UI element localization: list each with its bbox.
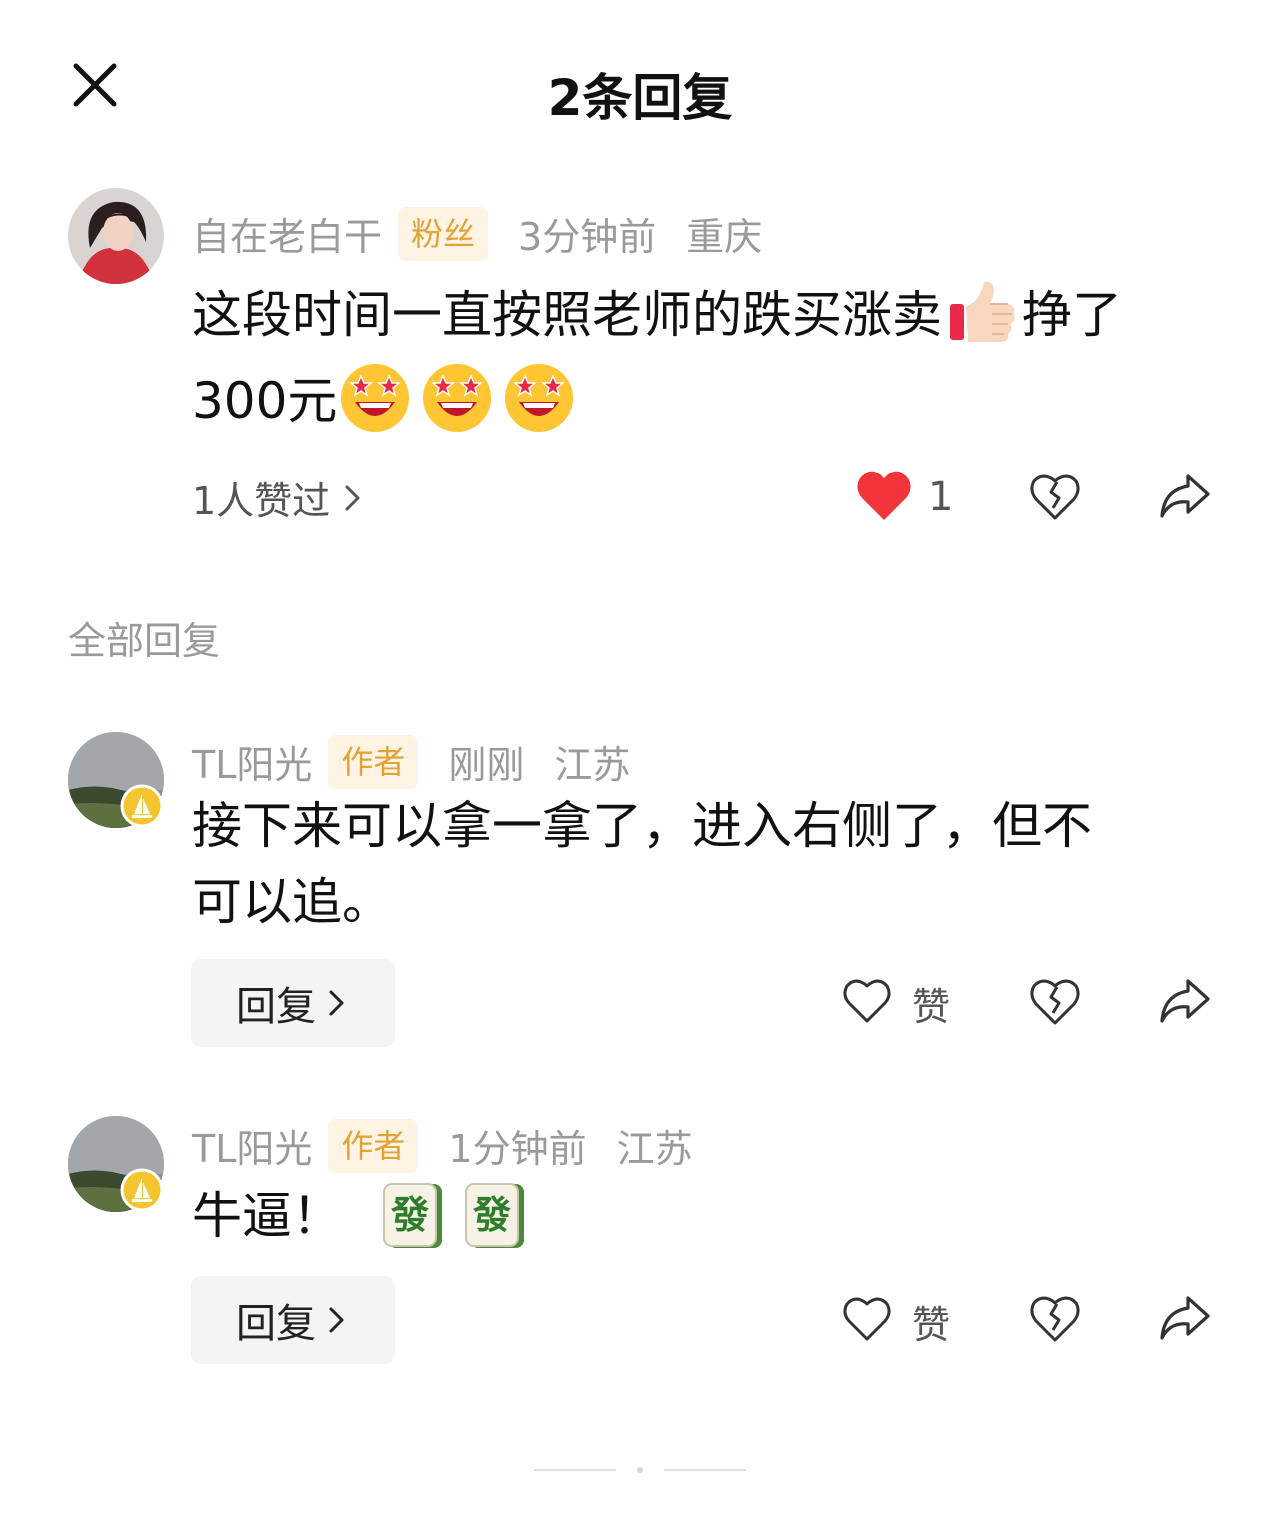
- header: 2条回复: [0, 0, 1280, 170]
- share-arrow-icon: [1160, 1296, 1210, 1340]
- comment-text-line1: 这段时间一直按照老师的跌买涨卖: [192, 286, 942, 344]
- heart-outline-icon: [843, 979, 891, 1023]
- mahjong-fa-tile-icon: 發: [464, 1182, 526, 1250]
- like-label: 赞: [912, 1303, 951, 1347]
- avatar[interactable]: [68, 732, 164, 828]
- page-title: 2条回复: [547, 69, 733, 127]
- reply-text-line1: 牛逼！: [192, 1187, 342, 1245]
- reply-button-label: 回复: [236, 984, 316, 1030]
- chevron-right-icon: [345, 485, 360, 510]
- broken-heart-icon: [1030, 979, 1080, 1025]
- timestamp: 刚刚: [448, 743, 525, 787]
- dislike-button[interactable]: [1028, 470, 1082, 528]
- share-arrow-icon: [1160, 474, 1210, 518]
- chevron-right-icon: [329, 990, 344, 1016]
- likes-summary-link[interactable]: 1人赞过: [192, 470, 368, 525]
- mahjong-fa-tile-icon: 發: [382, 1182, 444, 1250]
- dislike-button[interactable]: [1028, 975, 1082, 1033]
- thumbs-up-emoji-icon: [950, 281, 1015, 342]
- star-eyes-emoji-icon: [341, 364, 410, 432]
- share-arrow-icon: [1160, 979, 1210, 1023]
- reply-text-line2: 可以追。: [192, 873, 392, 931]
- author-badge: 作者: [328, 734, 419, 789]
- location: 江苏: [554, 743, 631, 787]
- reply-button[interactable]: 回复: [191, 1276, 395, 1364]
- timestamp: 1分钟前: [448, 1127, 587, 1171]
- star-eyes-emoji-icon: [423, 364, 492, 432]
- comment-text-line2: 300元: [192, 372, 338, 430]
- location: 江苏: [616, 1127, 693, 1171]
- section-label-all-replies: 全部回复: [68, 619, 221, 663]
- like-label: 赞: [912, 985, 951, 1029]
- reply-text: 牛逼！ 發 發: [192, 1178, 526, 1254]
- username[interactable]: 自在老白干: [192, 206, 382, 261]
- avatar-woman-image: [68, 188, 164, 284]
- like-button[interactable]: [842, 976, 892, 1030]
- avatar[interactable]: [68, 188, 164, 284]
- end-of-list-indicator: [534, 1467, 746, 1473]
- share-button[interactable]: [1156, 470, 1212, 528]
- reply-meta: TL阳光 作者 1分钟前 江苏: [192, 1118, 693, 1173]
- author-badge: 作者: [328, 1118, 419, 1173]
- heart-filled-icon: [857, 471, 911, 520]
- share-button[interactable]: [1156, 1292, 1212, 1350]
- like-count: 1: [928, 474, 954, 520]
- username[interactable]: TL阳光: [192, 734, 312, 789]
- fan-badge: 粉丝: [398, 206, 489, 261]
- reply-meta: TL阳光 作者 刚刚 江苏: [192, 734, 630, 789]
- like-button[interactable]: [842, 1294, 892, 1348]
- comment-meta: 自在老白干 粉丝 3分钟前 重庆: [192, 206, 762, 261]
- reply-text: 接下来可以拿一拿了，进入右侧了，但不 可以追。: [192, 788, 1092, 940]
- username[interactable]: TL阳光: [192, 1118, 312, 1173]
- avatar[interactable]: [68, 1116, 164, 1212]
- reply-button-label: 回复: [236, 1301, 316, 1347]
- location: 重庆: [686, 215, 763, 259]
- dislike-button[interactable]: [1028, 1292, 1082, 1350]
- timestamp: 3分钟前: [518, 215, 657, 259]
- broken-heart-icon: [1030, 1296, 1080, 1342]
- like-button[interactable]: [854, 466, 914, 530]
- verified-author-badge-icon: [120, 784, 164, 828]
- share-button[interactable]: [1156, 975, 1212, 1033]
- comment-text-line1-end: 挣了: [1022, 286, 1122, 344]
- reply-button[interactable]: 回复: [191, 959, 395, 1047]
- reply-text-line1: 接下来可以拿一拿了，进入右侧了，但不: [192, 797, 1092, 855]
- likes-summary: 1人赞过: [192, 479, 331, 523]
- chevron-right-icon: [329, 1307, 344, 1333]
- broken-heart-icon: [1030, 474, 1080, 520]
- verified-author-badge-icon: [120, 1168, 164, 1212]
- comment-text: 这段时间一直按照老师的跌买涨卖 挣了 300元: [192, 272, 1122, 444]
- heart-outline-icon: [843, 1297, 891, 1341]
- star-eyes-emoji-icon: [505, 364, 574, 432]
